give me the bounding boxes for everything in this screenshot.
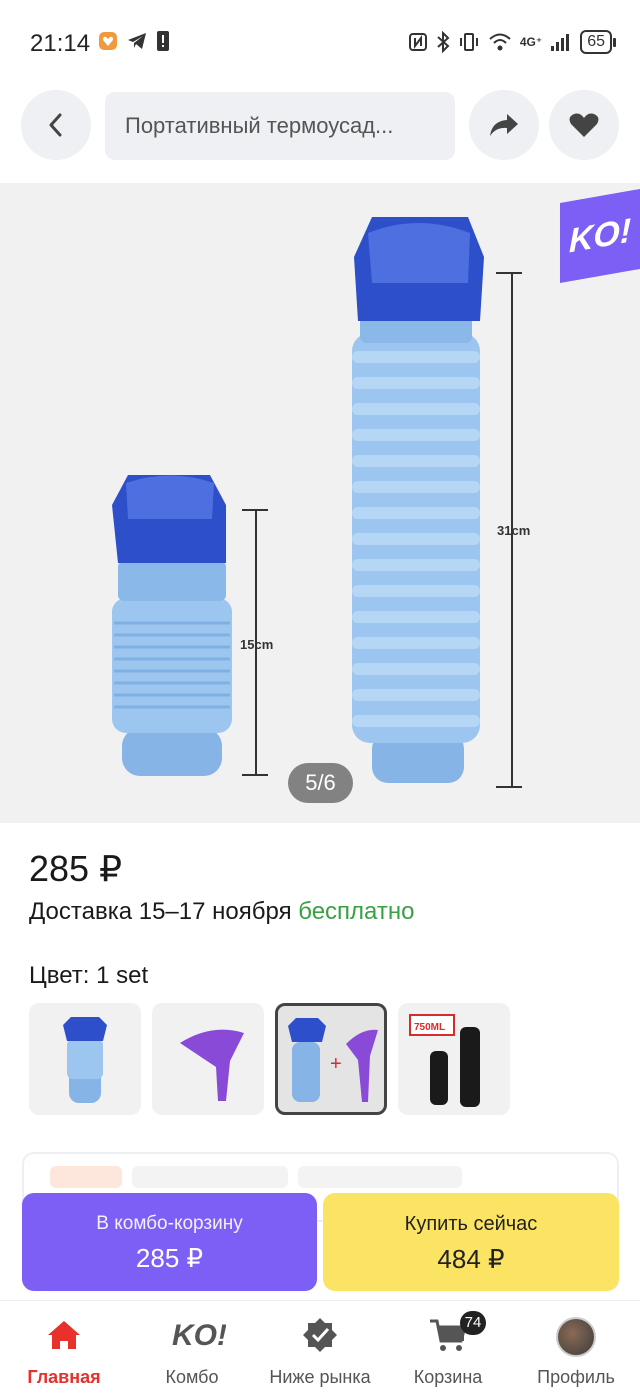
buy-now-button[interactable]: Купить сейчас 484 ₽ bbox=[323, 1193, 619, 1291]
status-time: 21:14 bbox=[30, 30, 91, 57]
app-notification-icon bbox=[99, 32, 117, 50]
rating-chip bbox=[50, 1166, 122, 1188]
variant-bottle-image bbox=[63, 1017, 107, 1103]
variant-combo-image: + bbox=[288, 1018, 378, 1102]
bottom-navigation: Главная KO! Комбо Ниже рынка 74 Корзина … bbox=[0, 1300, 640, 1400]
share-button[interactable] bbox=[469, 90, 539, 160]
network-type: 4G⁺ bbox=[519, 35, 543, 49]
combo-button-label: В комбо-корзину bbox=[96, 1213, 243, 1234]
combo-button-price: 285 ₽ bbox=[135, 1243, 204, 1273]
nav-combo[interactable]: KO! Комбо bbox=[128, 1301, 256, 1400]
alert-icon bbox=[157, 31, 169, 51]
battery-indicator: 65 bbox=[580, 30, 616, 54]
variant-funnel-image bbox=[180, 1029, 244, 1101]
buy-button-label: Купить сейчас bbox=[404, 1213, 538, 1235]
nav-cart-label: Корзина bbox=[413, 1367, 483, 1387]
avatar bbox=[556, 1317, 596, 1357]
label-15cm: 15cm bbox=[240, 637, 273, 652]
heart-icon bbox=[569, 113, 599, 137]
status-notification-icons bbox=[98, 30, 170, 52]
share-arrow-icon bbox=[490, 114, 518, 136]
home-icon bbox=[48, 1321, 80, 1349]
add-to-combo-button[interactable]: В комбо-корзину 285 ₽ bbox=[22, 1193, 317, 1291]
variant-bottle[interactable] bbox=[29, 1003, 141, 1115]
variant-bottle-plus-funnel[interactable]: + bbox=[275, 1003, 387, 1115]
back-button[interactable] bbox=[21, 90, 91, 160]
cart-count-badge: 74 bbox=[460, 1311, 486, 1335]
variant-black-750ml[interactable]: 750ML bbox=[398, 1003, 510, 1115]
ko-badge: KO! bbox=[560, 188, 640, 284]
short-bottle bbox=[112, 475, 232, 776]
nav-cart[interactable]: 74 Корзина bbox=[384, 1301, 512, 1400]
product-image-gallery[interactable]: 15cm 31cm 5/6 bbox=[0, 183, 640, 823]
ko-icon: KO! bbox=[172, 1319, 226, 1352]
variant-list: + 750ML bbox=[29, 1003, 510, 1115]
delivery-free: бесплатно bbox=[298, 898, 415, 925]
buy-button-price: 484 ₽ bbox=[437, 1244, 505, 1274]
page-indicator: 5/6 bbox=[288, 763, 353, 803]
tall-bottle bbox=[352, 217, 484, 783]
svg-text:+: + bbox=[330, 1053, 342, 1075]
reviews-chip bbox=[132, 1166, 288, 1188]
nav-below-market[interactable]: Ниже рынка bbox=[256, 1301, 384, 1400]
favorite-button[interactable] bbox=[549, 90, 619, 160]
nav-combo-label: Комбо bbox=[165, 1367, 219, 1387]
signal-icon bbox=[551, 34, 570, 51]
vibrate-icon bbox=[459, 33, 478, 51]
status-bar: 21:14 4G⁺ 65 bbox=[0, 0, 640, 84]
telegram-icon bbox=[128, 33, 146, 49]
product-price: 285 ₽ bbox=[29, 848, 122, 889]
svg-text:750ML: 750ML bbox=[414, 1022, 445, 1033]
label-31cm: 31cm bbox=[497, 523, 530, 538]
nfc-icon bbox=[408, 33, 427, 51]
nav-profile-label: Профиль bbox=[537, 1367, 615, 1387]
bluetooth-icon bbox=[437, 31, 450, 53]
search-input[interactable]: Портативный термоусад... bbox=[105, 92, 455, 160]
color-label: Цвет: 1 set bbox=[29, 962, 149, 989]
purchases-chip bbox=[298, 1166, 462, 1188]
variant-black-image: 750ML bbox=[409, 1014, 480, 1107]
status-system-icons: 4G⁺ 65 bbox=[408, 30, 616, 54]
wifi-icon bbox=[489, 33, 511, 51]
product-header: Портативный термоусад... bbox=[0, 90, 640, 162]
nav-home[interactable]: Главная bbox=[0, 1301, 128, 1400]
check-badge-icon bbox=[303, 1318, 337, 1352]
nav-below-market-label: Ниже рынка bbox=[269, 1367, 371, 1387]
nav-profile[interactable]: Профиль bbox=[512, 1301, 640, 1400]
variant-funnel[interactable] bbox=[152, 1003, 264, 1115]
nav-home-label: Главная bbox=[27, 1367, 101, 1387]
delivery-dates: Доставка 15–17 ноября bbox=[29, 898, 292, 925]
chevron-left-icon bbox=[49, 113, 62, 137]
svg-text:KO!: KO! bbox=[172, 1319, 226, 1352]
product-image: 15cm 31cm bbox=[112, 217, 530, 788]
delivery-info: Доставка 15–17 ноября бесплатно bbox=[29, 898, 414, 926]
